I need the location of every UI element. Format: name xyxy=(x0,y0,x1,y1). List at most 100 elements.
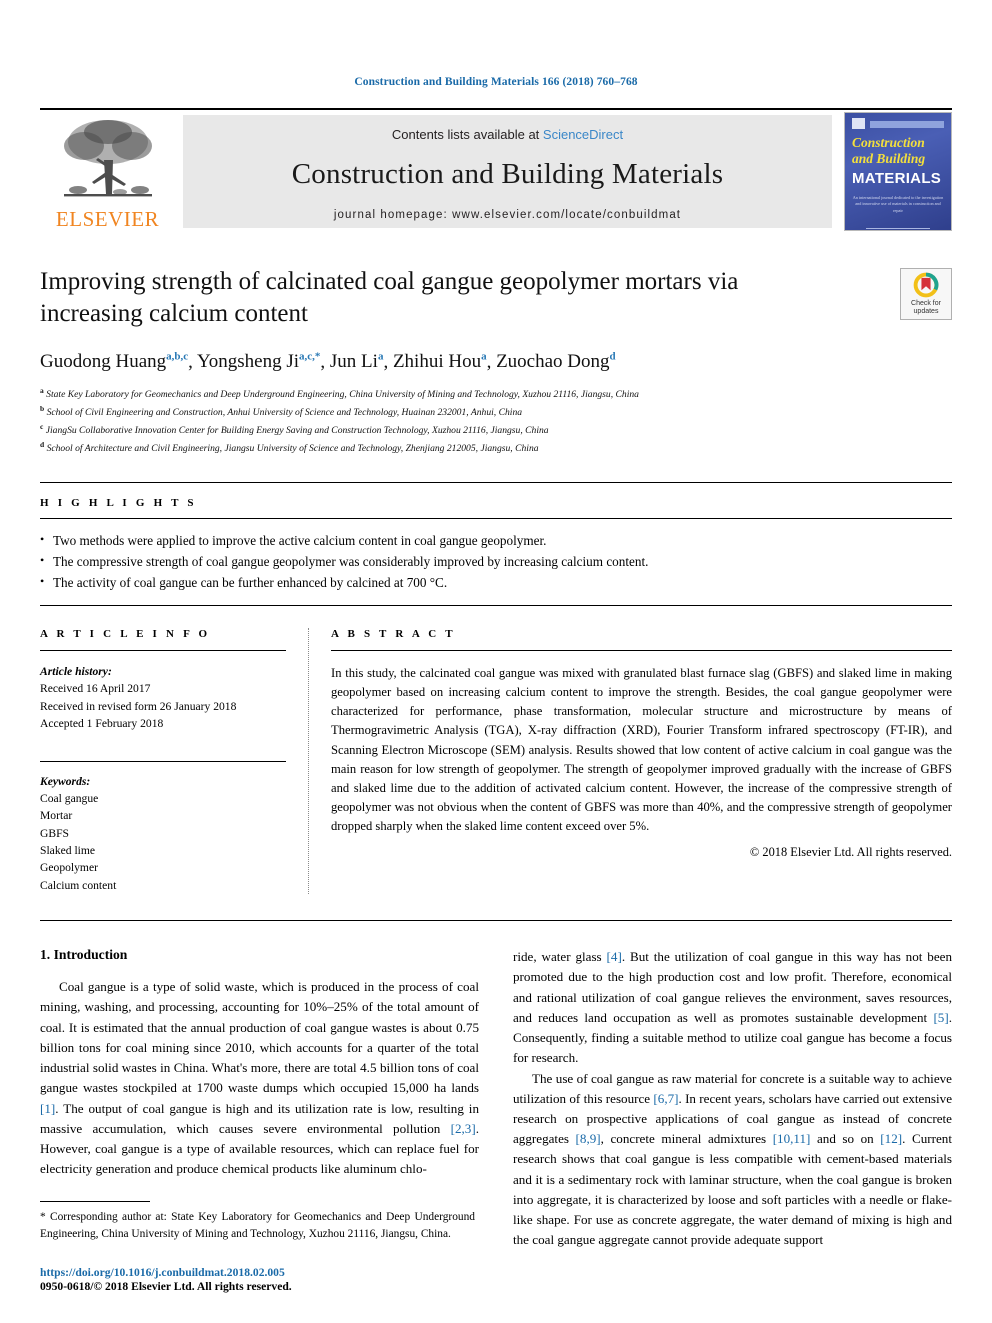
affiliation-list: a State Key Laboratory for Geomechanics … xyxy=(40,385,952,456)
body-column-right: ride, water glass [4]. But the utilizati… xyxy=(513,947,952,1250)
affiliation-item: b School of Civil Engineering and Constr… xyxy=(40,403,952,421)
author-affil-marker[interactable]: d xyxy=(610,351,616,363)
affiliation-item: d School of Architecture and Civil Engin… xyxy=(40,439,952,457)
author-affil-marker[interactable]: a,b,c xyxy=(166,351,188,363)
footnote-area: * Corresponding author at: State Key Lab… xyxy=(40,1200,475,1293)
author-name: Zhihui Hou xyxy=(392,351,482,373)
crossmark-badge[interactable]: Check for updates xyxy=(900,268,952,320)
keyword-item: Slaked lime xyxy=(40,844,96,858)
citation-ref[interactable]: [12] xyxy=(880,1131,902,1146)
crossmark-label-line1: Check for xyxy=(911,299,941,307)
article-info-column: A R T I C L E I N F O Article history: R… xyxy=(40,628,308,894)
abstract-column: A B S T R A C T In this study, the calci… xyxy=(308,627,952,895)
paragraph: ride, water glass [4]. But the utilizati… xyxy=(513,949,953,1066)
paragraph: The use of coal gangue as raw material f… xyxy=(513,1070,953,1248)
journal-cover-thumbnail: Construction and Building MATERIALS An i… xyxy=(844,112,952,231)
doi-link[interactable]: https://doi.org/10.1016/j.conbuildmat.20… xyxy=(40,1266,475,1279)
abstract-heading: A B S T R A C T xyxy=(331,627,456,640)
journal-masthead: ELSEVIER Contents lists available at Sci… xyxy=(40,108,952,233)
abstract-text: In this study, the calcinated coal gangu… xyxy=(331,665,952,834)
keyword-item: Calcium content xyxy=(40,878,117,892)
affiliation-item: a State Key Laboratory for Geomechanics … xyxy=(40,385,952,403)
author-name: Guodong Huang xyxy=(40,351,167,373)
section-heading-introduction: 1. Introduction xyxy=(40,947,128,963)
crossmark-logo-icon xyxy=(913,272,939,298)
author-sep: , xyxy=(188,351,197,373)
keyword-item: Mortar xyxy=(40,809,73,823)
affiliation-text: School of Architecture and Civil Enginee… xyxy=(46,442,539,454)
cover-title-line2: and Building xyxy=(852,151,926,167)
affiliation-marker: a xyxy=(40,386,44,396)
keywords-divider xyxy=(40,760,286,762)
highlights-list: Two methods were applied to improve the … xyxy=(40,530,952,594)
contents-available-line: Contents lists available at ScienceDirec… xyxy=(392,127,623,142)
author: Jun Lia xyxy=(330,351,384,372)
keywords-label: Keywords: xyxy=(40,774,91,788)
citation-ref[interactable]: [2,3] xyxy=(451,1121,476,1136)
corresponding-author-note: * Corresponding author at: State Key Lab… xyxy=(40,1210,475,1240)
body-top-divider xyxy=(40,920,952,922)
info-abstract-row: A R T I C L E I N F O Article history: R… xyxy=(40,627,952,895)
abstract-copyright: © 2018 Elsevier Ltd. All rights reserved… xyxy=(749,845,952,860)
keywords-block: Keywords: Coal gangue Mortar GBFS Slaked… xyxy=(40,773,286,895)
citation-ref[interactable]: [4] xyxy=(607,949,622,964)
keyword-item: GBFS xyxy=(40,826,70,840)
article-history-label: Article history: xyxy=(40,664,112,678)
citation-ref[interactable]: [6,7] xyxy=(653,1091,678,1106)
list-item: Two methods were applied to improve the … xyxy=(40,530,952,552)
affiliation-item: c JiangSu Collaborative Innovation Cente… xyxy=(40,421,952,439)
history-item: Received in revised form 26 January 2018 xyxy=(40,699,237,713)
journal-title: Construction and Building Materials xyxy=(291,157,724,190)
issn-copyright-line: 0950-0618/© 2018 Elsevier Ltd. All right… xyxy=(40,1280,292,1293)
elsevier-logo: ELSEVIER xyxy=(40,110,175,233)
cover-elsevier-mark-icon xyxy=(852,118,865,129)
sciencedirect-link[interactable]: ScienceDirect xyxy=(543,127,623,142)
list-item: The compressive strength of coal gangue … xyxy=(40,551,952,573)
author: Guodong Huanga,b,c xyxy=(40,351,188,372)
cover-title-line3: MATERIALS xyxy=(852,169,942,187)
citation-ref[interactable]: [10,11] xyxy=(773,1131,811,1146)
page-title: Improving strength of calcinated coal ga… xyxy=(40,268,739,327)
contents-prefix: Contents lists available at xyxy=(391,126,543,142)
abstract-divider xyxy=(331,649,952,651)
author-list: Guodong Huanga,b,c, Yongsheng Jia,c,*, J… xyxy=(40,351,952,373)
keyword-item: Geopolymer xyxy=(40,861,98,875)
citation-ref[interactable]: [5] xyxy=(933,1010,948,1025)
highlights-divider xyxy=(40,518,952,520)
citation-ref[interactable]: [1] xyxy=(40,1101,55,1116)
article-info-heading: A R T I C L E I N F O xyxy=(40,627,211,640)
citation-ref[interactable]: [8,9] xyxy=(576,1131,601,1146)
keyword-item: Coal gangue xyxy=(40,791,99,805)
author-sep: , xyxy=(383,351,393,373)
author-name: Yongsheng Ji xyxy=(196,351,300,373)
affiliation-marker: d xyxy=(40,439,45,449)
cover-top-bar xyxy=(870,121,944,128)
journal-homepage-link[interactable]: journal homepage: www.elsevier.com/locat… xyxy=(334,209,681,221)
list-item: The activity of coal gangue can be furth… xyxy=(40,572,952,594)
title-block: Improving strength of calcinated coal ga… xyxy=(40,266,952,456)
crossmark-label-line2: updates xyxy=(913,308,939,315)
author-affil-marker[interactable]: a,c,* xyxy=(299,351,320,363)
article-history-block: Article history: Received 16 April 2017 … xyxy=(40,663,286,733)
paper-page: Construction and Building Materials 166 … xyxy=(0,0,992,1323)
affiliation-marker: c xyxy=(40,421,44,431)
affiliation-text: School of Civil Engineering and Construc… xyxy=(46,407,523,419)
elsevier-wordmark: ELSEVIER xyxy=(55,207,160,231)
cover-title-line1: Construction xyxy=(852,135,925,150)
highlights-heading: H I G H L I G H T S xyxy=(40,497,197,510)
paragraph: Coal gangue is a type of solid waste, wh… xyxy=(40,979,479,1177)
highlights-bottom-divider xyxy=(40,604,952,606)
author: Zhihui Houa xyxy=(393,351,487,372)
highlights-section: H I G H L I G H T S Two methods were app… xyxy=(40,482,952,606)
elsevier-tree-icon xyxy=(63,120,152,197)
cover-subtitle: An international journal dedicated to th… xyxy=(852,194,944,213)
footnote-divider xyxy=(40,1200,150,1202)
author: Yongsheng Jia,c,* xyxy=(197,351,320,372)
journal-band: Contents lists available at ScienceDirec… xyxy=(183,115,832,228)
history-item: Received 16 April 2017 xyxy=(40,682,151,696)
crossmark-label: Check for updates xyxy=(911,300,941,316)
author-sep: , xyxy=(486,351,497,373)
author-sep: , xyxy=(320,351,330,373)
affiliation-text: JiangSu Collaborative Innovation Center … xyxy=(45,425,549,437)
affiliation-marker: b xyxy=(40,404,45,414)
